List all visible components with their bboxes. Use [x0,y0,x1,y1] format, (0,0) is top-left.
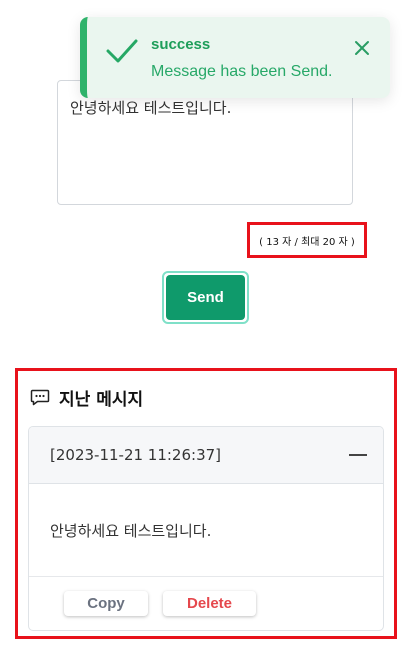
delete-button[interactable]: Delete [163,591,256,616]
copy-button[interactable]: Copy [64,591,148,616]
message-textarea[interactable]: 안녕하세요 테스트입니다. [57,80,353,205]
collapse-icon[interactable] [349,454,367,456]
counter-text: ( 13 자 / 최대 20 자 ) [259,236,355,248]
check-icon [106,39,138,63]
message-card-actions: Copy Delete [29,577,383,630]
message-card: [2023-11-21 11:26:37] 안녕하세요 테스트입니다. Copy… [28,426,384,631]
message-card-header[interactable]: [2023-11-21 11:26:37] [29,427,383,484]
message-card-body: 안녕하세요 테스트입니다. [29,484,383,577]
toast-message: Message has been Send. [151,63,333,80]
history-header: 지난 메시지 [30,385,144,410]
chat-icon [30,389,50,406]
send-button[interactable]: Send [166,275,245,320]
character-counter: ( 13 자 / 최대 20 자 ) [247,222,367,258]
toast-title: success [151,36,211,53]
success-toast: success Message has been Send. [80,17,390,98]
history-title: 지난 메시지 [59,389,144,410]
message-content: 안녕하세요 테스트입니다. [50,522,212,540]
close-icon[interactable] [354,40,370,56]
message-history-panel: 지난 메시지 [2023-11-21 11:26:37] 안녕하세요 테스트입니… [15,368,397,639]
send-button-focus-ring: Send [162,271,249,324]
message-text: 안녕하세요 테스트입니다. [70,99,232,117]
message-timestamp: [2023-11-21 11:26:37] [50,446,222,464]
